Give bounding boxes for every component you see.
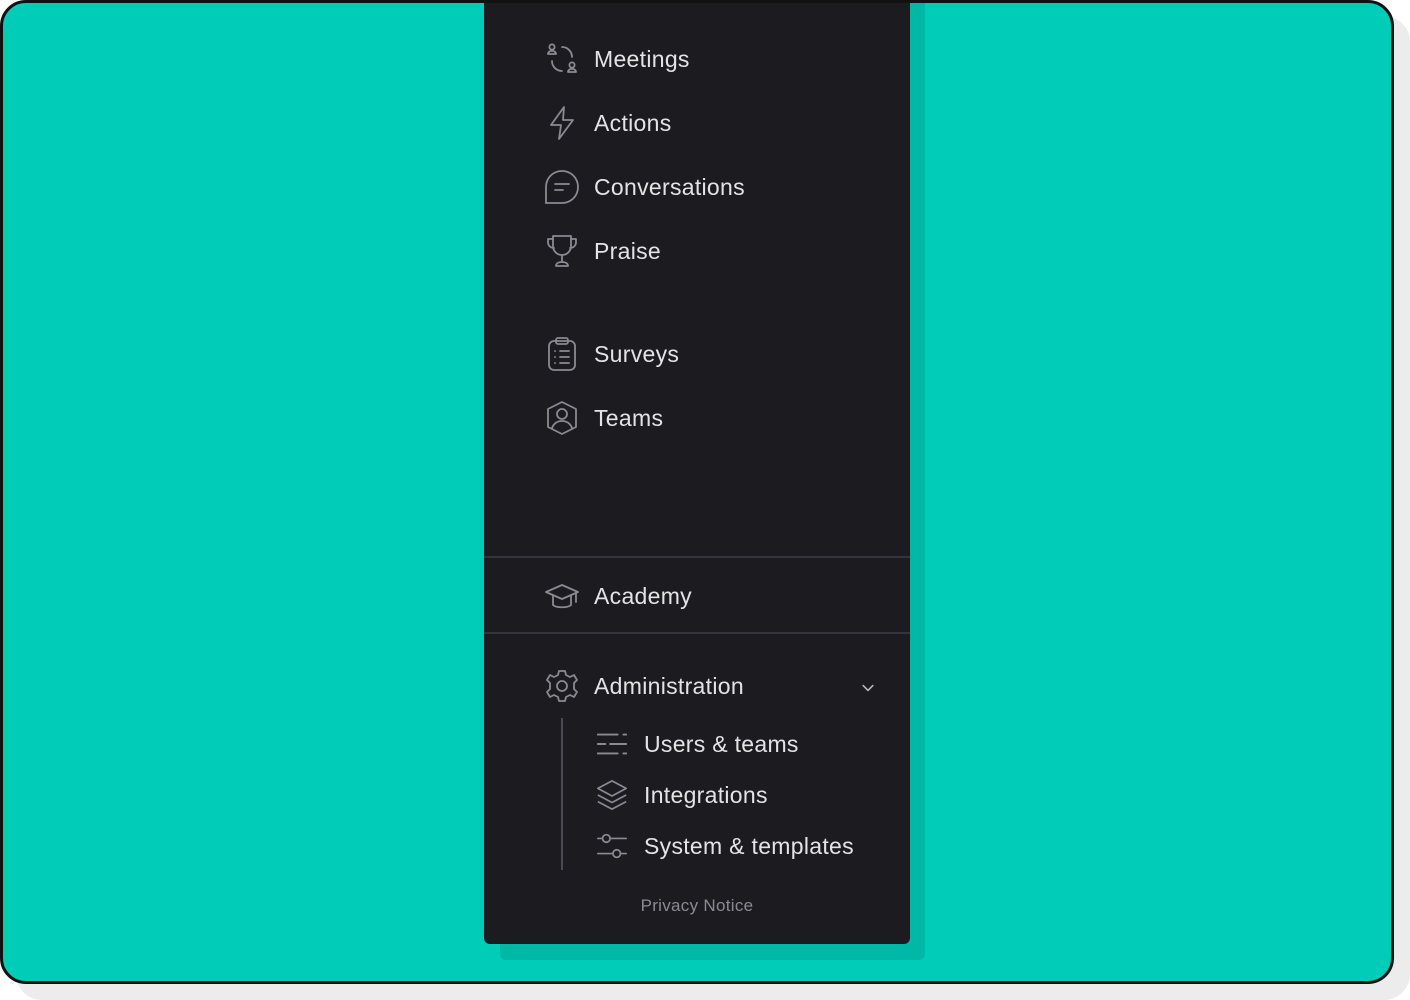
sidebar-subitem-integrations[interactable]: Integrations — [594, 775, 768, 815]
sidebar-item-academy[interactable]: Academy — [542, 576, 692, 616]
sidebar-item-label: Teams — [594, 404, 664, 431]
sidebar-item-label: Meetings — [594, 45, 690, 72]
sidebar-nav: Meetings Actions Conversations Praise Su… — [484, 3, 910, 944]
layers-icon — [594, 777, 630, 813]
sidebar-item-administration[interactable]: Administration — [542, 666, 744, 706]
trophy-icon — [542, 231, 582, 271]
chevron-down-icon[interactable] — [858, 678, 878, 698]
sidebar-item-teams[interactable]: Teams — [542, 398, 663, 438]
user-circle-icon — [542, 398, 582, 438]
divider — [484, 556, 910, 558]
sidebar-item-label: Praise — [594, 237, 661, 264]
sidebar-subitem-label: Users & teams — [644, 730, 799, 757]
sidebar-item-praise[interactable]: Praise — [542, 231, 661, 271]
sidebar-item-label: Conversations — [594, 173, 745, 200]
meetings-icon — [542, 39, 582, 79]
divider — [484, 632, 910, 634]
sidebar-item-meetings[interactable]: Meetings — [542, 39, 690, 79]
sliders-icon — [594, 828, 630, 864]
sidebar-item-label: Administration — [594, 672, 744, 699]
sidebar-item-label: Actions — [594, 109, 672, 136]
sidebar-item-surveys[interactable]: Surveys — [542, 334, 679, 374]
lightning-icon — [542, 103, 582, 143]
tree-line — [561, 718, 563, 870]
lines-icon — [594, 726, 630, 762]
chat-bubble-icon — [542, 167, 582, 207]
privacy-notice-link[interactable]: Privacy Notice — [484, 896, 910, 916]
app-frame: Meetings Actions Conversations Praise Su… — [0, 0, 1394, 984]
gear-icon — [542, 666, 582, 706]
sidebar-subitem-system-templates[interactable]: System & templates — [594, 826, 854, 866]
sidebar-item-label: Surveys — [594, 340, 680, 367]
graduation-cap-icon — [542, 576, 582, 616]
sidebar-item-actions[interactable]: Actions — [542, 103, 672, 143]
clipboard-list-icon — [542, 334, 582, 374]
sidebar-subitem-label: Integrations — [644, 781, 768, 808]
sidebar-item-label: Academy — [594, 582, 692, 609]
sidebar-subitem-users-teams[interactable]: Users & teams — [594, 724, 799, 764]
sidebar-item-conversations[interactable]: Conversations — [542, 167, 745, 207]
sidebar-subitem-label: System & templates — [644, 832, 854, 859]
